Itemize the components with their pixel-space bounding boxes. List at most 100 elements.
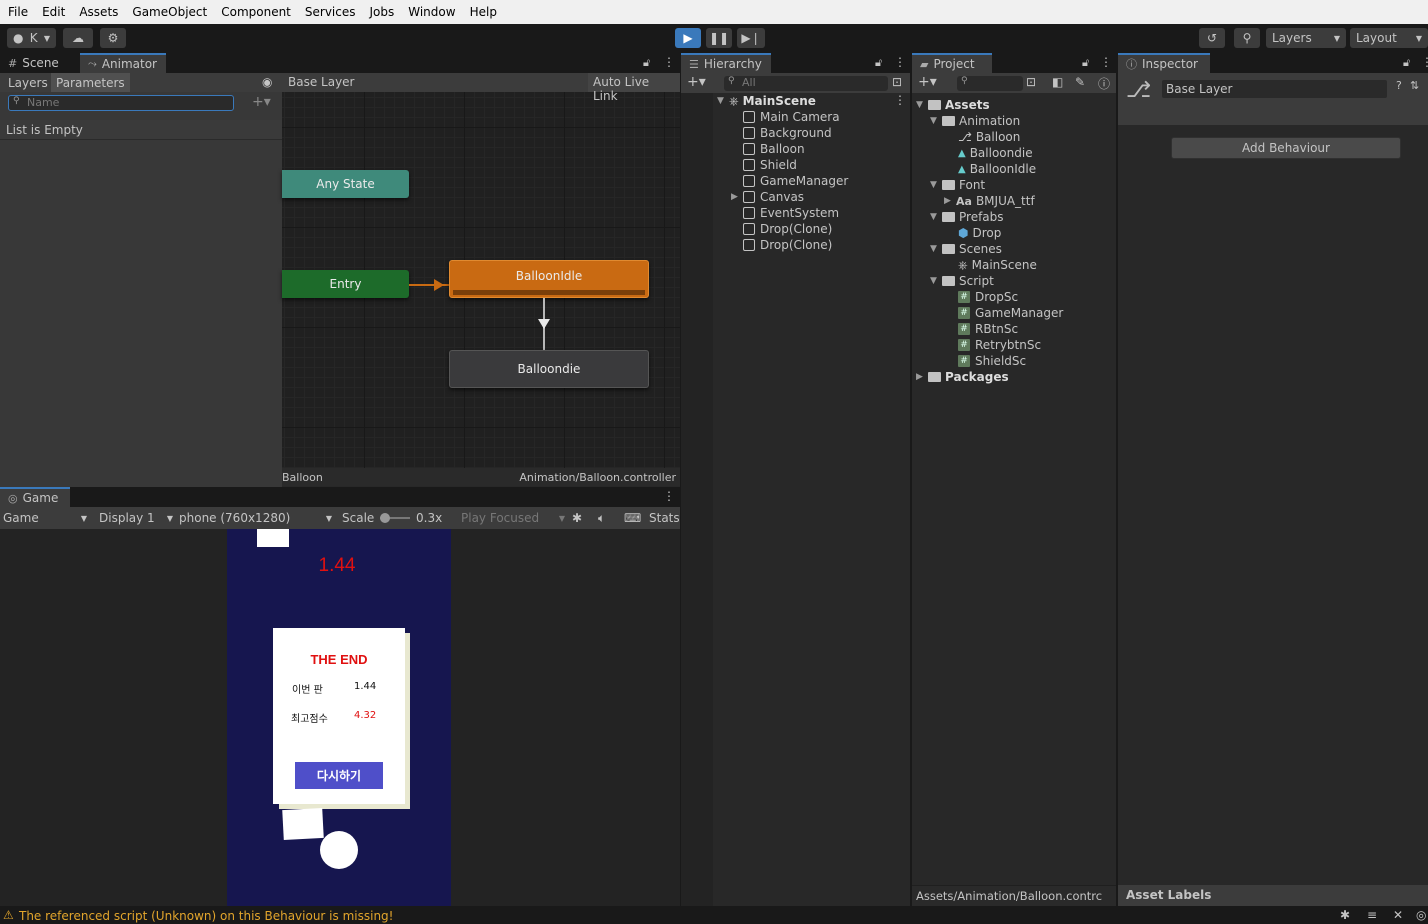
- resolution-dropdown[interactable]: phone (760x1280) ▼: [179, 510, 332, 526]
- menu-file[interactable]: File: [8, 5, 28, 19]
- tab-inspector[interactable]: ⓘ Inspector: [1118, 53, 1210, 73]
- cache-icon[interactable]: ≡: [1367, 908, 1377, 922]
- history-icon[interactable]: ↺: [1199, 28, 1225, 48]
- asset-item[interactable]: ▲ Balloondie: [946, 145, 1033, 161]
- lock-icon[interactable]: 🔓︎: [875, 56, 882, 70]
- folder-packages[interactable]: ▶ Packages: [916, 369, 1009, 385]
- asset-item[interactable]: # RBtnSc: [946, 321, 1018, 337]
- hierarchy-item[interactable]: EventSystem: [731, 205, 839, 221]
- filter-type-icon[interactable]: ◧: [1052, 75, 1063, 89]
- expand-icon[interactable]: ▶: [916, 372, 926, 382]
- layers-dropdown[interactable]: Layers ▼: [1266, 28, 1346, 48]
- debug-icon[interactable]: ✱: [1340, 908, 1350, 922]
- create-asset-button[interactable]: +▾: [918, 74, 937, 90]
- asset-item[interactable]: # RetrybtnSc: [946, 337, 1041, 353]
- menu-jobs[interactable]: Jobs: [370, 5, 395, 19]
- expand-icon[interactable]: ▼: [930, 116, 940, 126]
- folder-assets[interactable]: ▼ Assets: [916, 97, 990, 113]
- hierarchy-item[interactable]: Balloon: [731, 141, 805, 157]
- game-mode-dropdown[interactable]: Game ▼: [3, 510, 87, 526]
- node-entry[interactable]: Entry: [282, 270, 409, 298]
- asset-item[interactable]: ⎈ MainScene: [946, 257, 1037, 273]
- folder-scenes[interactable]: ▼ Scenes: [930, 241, 1002, 257]
- audio-icon[interactable]: 🔈︎: [598, 510, 605, 526]
- more-icon[interactable]: ⋮: [663, 55, 675, 69]
- param-search-input[interactable]: ⚲ Name: [8, 95, 234, 111]
- expand-icon[interactable]: ▼: [930, 212, 940, 222]
- more-icon[interactable]: ⋮: [1100, 55, 1112, 69]
- menu-gameobject[interactable]: GameObject: [132, 5, 207, 19]
- filter-icon[interactable]: ⊡: [892, 75, 902, 89]
- folder-script[interactable]: ▼ Script: [930, 273, 994, 289]
- scene-row[interactable]: ▼ ⎈ MainScene: [717, 93, 816, 109]
- hierarchy-item[interactable]: Background: [731, 125, 832, 141]
- asset-item[interactable]: ▶ Aa BMJUA_ttf: [944, 193, 1035, 209]
- project-search-input[interactable]: ⚲: [957, 76, 1023, 91]
- folder-animation[interactable]: ▼ Animation: [930, 113, 1020, 129]
- lock-icon[interactable]: 🔓︎: [1403, 56, 1410, 70]
- node-balloon-idle[interactable]: BalloonIdle: [449, 260, 649, 298]
- hierarchy-item[interactable]: Shield: [731, 157, 797, 173]
- lock-icon[interactable]: 🔓︎: [643, 56, 650, 70]
- menu-edit[interactable]: Edit: [42, 5, 65, 19]
- menu-help[interactable]: Help: [470, 5, 497, 19]
- expand-icon[interactable]: ▼: [916, 100, 926, 110]
- add-object-button[interactable]: +▾: [687, 74, 706, 90]
- subtab-layers[interactable]: Layers: [0, 73, 56, 92]
- label-icon[interactable]: ✎: [1075, 75, 1085, 89]
- status-warning-text[interactable]: The referenced script (Unknown) on this …: [19, 909, 393, 923]
- more-icon[interactable]: ⋮: [663, 489, 675, 503]
- more-icon[interactable]: ⋮: [894, 55, 906, 69]
- menu-assets[interactable]: Assets: [79, 5, 118, 19]
- breadcrumb[interactable]: Base Layer: [288, 75, 355, 89]
- step-button[interactable]: ▶❘: [737, 28, 765, 48]
- play-focused-dropdown[interactable]: Play Focused ▼: [461, 510, 565, 526]
- subtab-parameters[interactable]: Parameters: [51, 73, 130, 92]
- add-parameter-button[interactable]: +▾: [252, 94, 271, 110]
- retry-button[interactable]: 다시하기: [295, 762, 383, 789]
- lock-icon[interactable]: 🔓︎: [1082, 56, 1089, 70]
- account-dropdown[interactable]: ● K ▼: [7, 28, 56, 48]
- asset-item[interactable]: # DropSc: [946, 289, 1018, 305]
- cloud-icon[interactable]: ☁: [63, 28, 93, 48]
- layer-name-field[interactable]: Base Layer: [1162, 80, 1387, 98]
- animator-graph[interactable]: Base Layer Auto Live Link Any State Entr…: [282, 73, 680, 468]
- hierarchy-item[interactable]: Main Camera: [731, 109, 840, 125]
- more-icon[interactable]: ⋮: [894, 93, 906, 107]
- pause-button[interactable]: ❚❚: [706, 28, 732, 48]
- expand-icon[interactable]: ▼: [930, 276, 940, 286]
- asset-item[interactable]: # GameManager: [946, 305, 1063, 321]
- eye-icon[interactable]: ◉: [262, 75, 272, 89]
- tab-hierarchy[interactable]: ☰ Hierarchy: [681, 53, 771, 73]
- display-dropdown[interactable]: Display 1 ▼: [99, 510, 173, 526]
- settings-icon[interactable]: ⇅: [1410, 79, 1419, 92]
- hierarchy-item[interactable]: GameManager: [731, 173, 848, 189]
- hierarchy-item[interactable]: Drop(Clone): [731, 237, 832, 253]
- scale-slider-handle[interactable]: [380, 513, 390, 523]
- tab-scene[interactable]: # Scene: [0, 53, 67, 73]
- network-icon[interactable]: ✕: [1393, 908, 1403, 922]
- play-button[interactable]: ▶: [675, 28, 701, 48]
- hierarchy-search-input[interactable]: ⚲ All: [724, 76, 888, 91]
- expand-icon[interactable]: ▶: [944, 196, 954, 206]
- expand-icon[interactable]: ▼: [930, 244, 940, 254]
- expand-icon[interactable]: ▼: [930, 180, 940, 190]
- more-icon[interactable]: ⋮: [1421, 55, 1428, 69]
- asset-item[interactable]: # ShieldSc: [946, 353, 1026, 369]
- tab-project[interactable]: ▰ Project: [912, 53, 992, 73]
- keyboard-icon[interactable]: ⌨: [624, 510, 641, 526]
- asset-item[interactable]: ⎇ Balloon: [946, 129, 1020, 145]
- search-icon[interactable]: ⚲: [1234, 28, 1260, 48]
- asset-item[interactable]: ⬢ Drop: [946, 225, 1001, 241]
- stats-button[interactable]: Stats: [649, 510, 680, 526]
- tab-animator[interactable]: ⤳ Animator: [80, 53, 166, 73]
- warning-filter-icon[interactable]: ⓘ: [1098, 75, 1110, 92]
- menu-component[interactable]: Component: [221, 5, 291, 19]
- lighting-icon[interactable]: ◎: [1416, 908, 1426, 922]
- hierarchy-item[interactable]: ▶ Canvas: [731, 189, 804, 205]
- add-behaviour-button[interactable]: Add Behaviour: [1171, 137, 1401, 159]
- hierarchy-item[interactable]: Drop(Clone): [731, 221, 832, 237]
- auto-live-link-button[interactable]: Auto Live Link: [588, 73, 680, 103]
- tab-game[interactable]: ◎ Game: [0, 487, 70, 507]
- bug-icon[interactable]: ✱: [572, 510, 582, 526]
